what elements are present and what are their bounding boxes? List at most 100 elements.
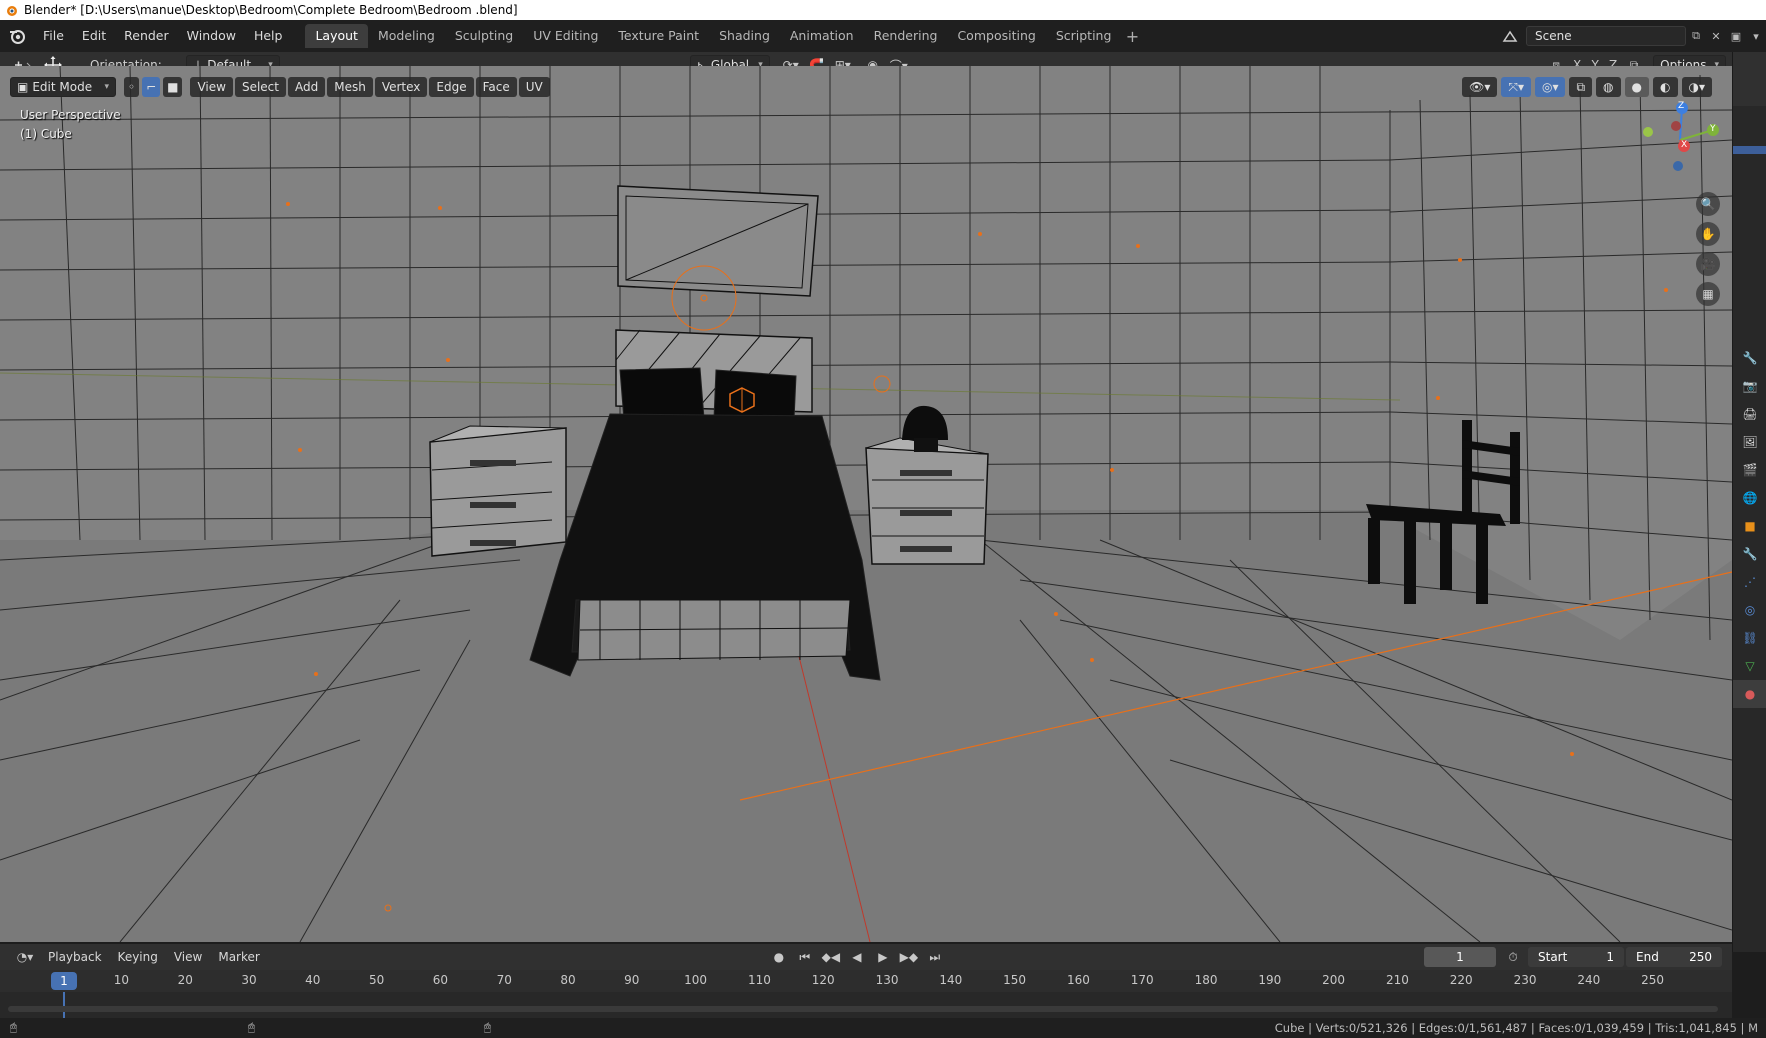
object-properties-icon[interactable]: ■ bbox=[1733, 512, 1766, 540]
end-frame-field[interactable]: End 250 bbox=[1626, 947, 1722, 967]
stopwatch-icon[interactable]: ⏱ bbox=[1502, 947, 1524, 967]
left-nightstand bbox=[429, 425, 567, 557]
viewport-menus: View Select Add Mesh Vertex Edge Face UV bbox=[190, 77, 551, 97]
gizmo-z-label: Z bbox=[1678, 101, 1685, 111]
timeline-area[interactable]: 1 10 20 30 40 50 60 70 80 90 100 110 120 130 140 150 16… bbox=[0, 970, 1732, 1018]
edge-select-icon[interactable]: ⌐ bbox=[142, 77, 161, 97]
scene-properties-icon[interactable]: 🎬 bbox=[1733, 456, 1766, 484]
gizmo-toggle-icon[interactable]: ⤧▾ bbox=[1501, 77, 1531, 97]
gizmo-y-label: Y bbox=[1710, 124, 1716, 134]
navigation-gizmo[interactable]: Z Y X bbox=[1640, 100, 1720, 180]
status-bar: 🖱 🖱 🖱 Cube | Verts:0/521,326 | Edges:0/1… bbox=[0, 1018, 1766, 1038]
output-properties-icon[interactable]: 🖨 bbox=[1733, 400, 1766, 428]
menu-marker[interactable]: Marker bbox=[210, 950, 267, 964]
add-workspace-button[interactable]: + bbox=[1121, 27, 1143, 46]
tab-texture-paint[interactable]: Texture Paint bbox=[608, 24, 709, 48]
menu-render[interactable]: Render bbox=[115, 25, 178, 47]
frame-ruler[interactable]: 1 10 20 30 40 50 60 70 80 90 100 110 120 130 140 150 16… bbox=[0, 970, 1732, 992]
face-select-icon[interactable]: ■ bbox=[163, 77, 183, 97]
menu-window[interactable]: Window bbox=[178, 25, 245, 47]
ortho-grid-icon[interactable]: ▦ bbox=[1696, 282, 1720, 306]
start-frame-field[interactable]: Start 1 bbox=[1528, 947, 1624, 967]
jump-start-icon[interactable]: ⏮ bbox=[794, 947, 816, 967]
viewport-scene bbox=[0, 66, 1732, 942]
view-layer-icon[interactable]: ▣ bbox=[1726, 26, 1746, 46]
view-layer-dropdown-icon[interactable]: ▾ bbox=[1746, 26, 1766, 46]
play-icon[interactable]: ▶ bbox=[872, 947, 894, 967]
view-layer-properties-icon[interactable]: 🖼 bbox=[1733, 428, 1766, 456]
window-title: Blender* [D:\Users\manue\Desktop\Bedroom… bbox=[24, 3, 518, 17]
menu-uv[interactable]: UV bbox=[518, 77, 550, 97]
menu-keying[interactable]: Keying bbox=[110, 950, 166, 964]
menu-mesh[interactable]: Mesh bbox=[327, 77, 373, 97]
current-frame-marker[interactable]: 1 bbox=[51, 972, 77, 990]
material-shading-icon[interactable]: ◐ bbox=[1653, 77, 1678, 97]
frame-tick-label: 120 bbox=[811, 973, 835, 987]
pan-hand-icon[interactable]: ✋ bbox=[1696, 222, 1720, 246]
camera-icon[interactable]: 🎥 bbox=[1696, 252, 1720, 276]
world-properties-icon[interactable]: 🌐 bbox=[1733, 484, 1766, 512]
menu-playback[interactable]: Playback bbox=[40, 950, 110, 964]
3d-viewport[interactable]: User Perspective (1) Cube Z Y X 🔍 ✋ 🎥 ▦ bbox=[0, 66, 1732, 942]
timeline-scrollbar[interactable] bbox=[8, 1006, 1718, 1012]
tab-sculpting[interactable]: Sculpting bbox=[445, 24, 523, 48]
rendered-shading-icon[interactable]: ◑▾ bbox=[1681, 77, 1712, 97]
data-properties-icon[interactable]: ▽ bbox=[1733, 652, 1766, 680]
frame-tick-label: 20 bbox=[177, 973, 193, 987]
tab-scripting[interactable]: Scripting bbox=[1046, 24, 1122, 48]
solid-shading-icon[interactable]: ● bbox=[1624, 77, 1650, 97]
zoom-icon[interactable]: 🔍 bbox=[1696, 192, 1720, 216]
current-frame-field[interactable]: 1 bbox=[1424, 947, 1496, 967]
material-properties-icon[interactable]: ● bbox=[1733, 680, 1766, 708]
editor-type-icon[interactable]: ◔▾ bbox=[10, 947, 40, 967]
play-reverse-icon[interactable]: ◀ bbox=[846, 947, 868, 967]
tab-rendering[interactable]: Rendering bbox=[864, 24, 948, 48]
overlay-toggle-icon[interactable]: ◎▾ bbox=[1534, 77, 1566, 97]
tab-animation[interactable]: Animation bbox=[780, 24, 864, 48]
viewport-perspective-label: User Perspective bbox=[20, 108, 121, 122]
mode-dropdown[interactable]: ▣ Edit Mode ▾ bbox=[10, 77, 116, 97]
frame-tick-label: 110 bbox=[747, 973, 771, 987]
menu-timeline-view[interactable]: View bbox=[166, 950, 210, 964]
visibility-icon[interactable]: 👁▾ bbox=[1462, 77, 1498, 97]
tab-layout[interactable]: Layout bbox=[305, 24, 368, 48]
modifier-properties-icon[interactable]: 🔧 bbox=[1733, 540, 1766, 568]
xray-toggle-icon[interactable]: ⧉ bbox=[1569, 77, 1593, 97]
render-properties-icon[interactable]: 📷 bbox=[1733, 372, 1766, 400]
new-scene-icon[interactable]: ⧉ bbox=[1686, 26, 1706, 46]
tool-properties-icon[interactable]: 🔧 bbox=[1733, 344, 1766, 372]
menu-add[interactable]: Add bbox=[288, 77, 326, 97]
blender-menu-icon[interactable] bbox=[0, 20, 34, 52]
menu-vertex[interactable]: Vertex bbox=[374, 77, 428, 97]
menu-edge[interactable]: Edge bbox=[429, 77, 474, 97]
menu-face[interactable]: Face bbox=[475, 77, 517, 97]
viewport-shading-group: 👁▾ ⤧▾ ◎▾ ⧉ ◍ ● ◐ ◑▾ bbox=[1462, 77, 1714, 97]
scene-statistics: Cube | Verts:0/521,326 | Edges:0/1,561,4… bbox=[1274, 1021, 1758, 1035]
constraints-properties-icon[interactable]: ⛓ bbox=[1733, 624, 1766, 652]
tab-shading[interactable]: Shading bbox=[709, 24, 780, 48]
scene-name-field[interactable]: Scene bbox=[1526, 26, 1686, 46]
mode-value: Edit Mode bbox=[32, 80, 93, 94]
jump-end-icon[interactable]: ⏭ bbox=[924, 947, 946, 967]
end-value: 250 bbox=[1689, 950, 1712, 964]
record-icon[interactable]: ● bbox=[768, 947, 790, 967]
prev-keyframe-icon[interactable]: ◆◀ bbox=[820, 947, 842, 967]
menu-edit[interactable]: Edit bbox=[73, 25, 115, 47]
tab-compositing[interactable]: Compositing bbox=[947, 24, 1045, 48]
frame-tick-label: 160 bbox=[1066, 973, 1090, 987]
vertex-select-icon[interactable]: ◦ bbox=[124, 77, 140, 97]
particles-properties-icon[interactable]: ⋰ bbox=[1733, 568, 1766, 596]
wireframe-shading-icon[interactable]: ◍ bbox=[1596, 77, 1621, 97]
tab-modeling[interactable]: Modeling bbox=[368, 24, 445, 48]
delete-scene-icon[interactable]: ✕ bbox=[1706, 26, 1726, 46]
scene-icon[interactable] bbox=[1500, 26, 1520, 46]
menu-select[interactable]: Select bbox=[234, 77, 286, 97]
next-keyframe-icon[interactable]: ▶◆ bbox=[898, 947, 920, 967]
menu-file[interactable]: File bbox=[34, 25, 73, 47]
menu-help[interactable]: Help bbox=[245, 25, 292, 47]
tab-uv-editing[interactable]: UV Editing bbox=[523, 24, 608, 48]
wall-frame bbox=[617, 185, 819, 297]
frame-tick-label: 250 bbox=[1641, 973, 1665, 987]
physics-properties-icon[interactable]: ◎ bbox=[1733, 596, 1766, 624]
menu-view[interactable]: View bbox=[190, 77, 233, 97]
